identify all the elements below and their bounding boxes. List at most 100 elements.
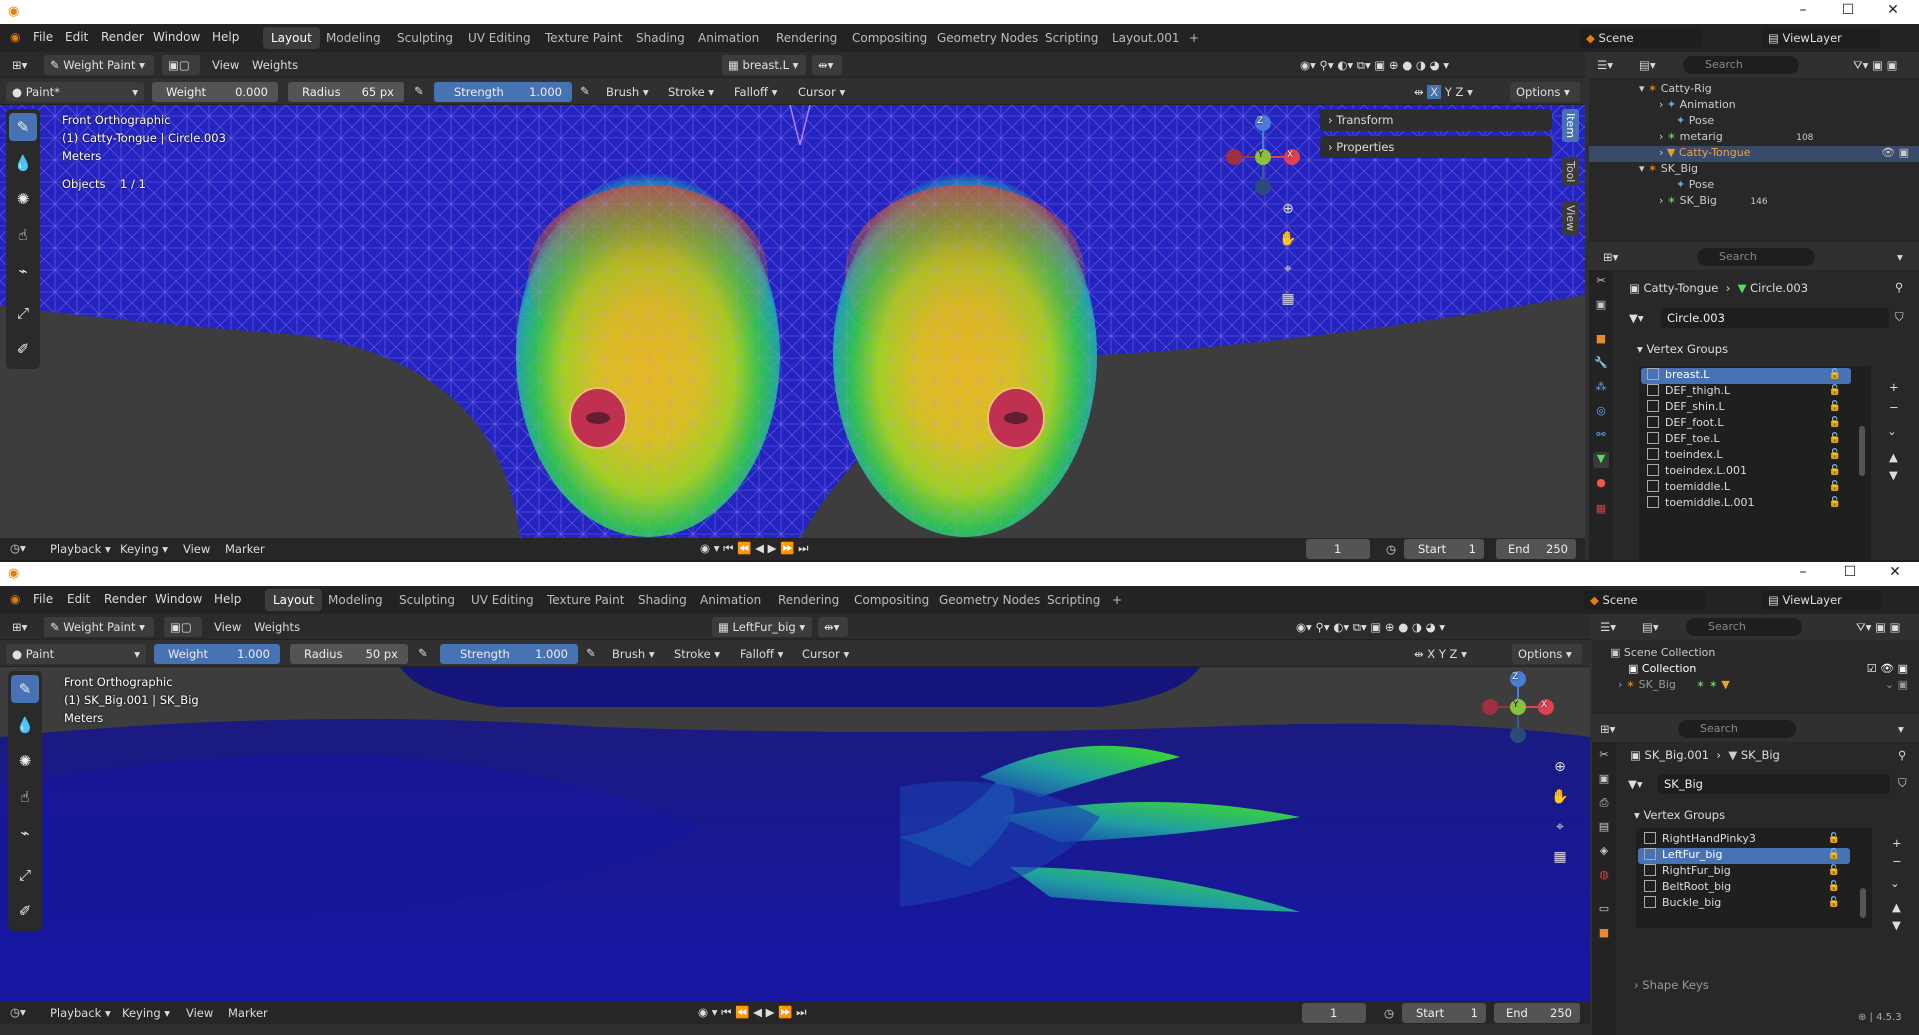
- object-tab-icon[interactable]: ■: [1596, 926, 1612, 942]
- clock-icon[interactable]: ◷: [1384, 1006, 1394, 1020]
- mask-toggle-icon[interactable]: ▣▢: [162, 55, 200, 75]
- properties-editor-icon[interactable]: ⊞▾: [1603, 250, 1618, 264]
- camera-icon[interactable]: ⌖: [1548, 815, 1572, 839]
- pin-icon[interactable]: ⚲: [1898, 748, 1906, 762]
- properties-panel[interactable]: › Properties: [1320, 136, 1552, 158]
- tab-modeling[interactable]: Modeling: [320, 589, 391, 611]
- tab-sculpting[interactable]: Sculpting: [389, 27, 461, 49]
- filter-icon[interactable]: ⛛▾ ▣ ▣: [1853, 58, 1897, 73]
- lock-icon[interactable]: 🔓: [1829, 385, 1841, 396]
- outliner-search[interactable]: Search: [1686, 618, 1802, 636]
- lock-icon[interactable]: 🔓: [1828, 881, 1840, 892]
- stroke-menu[interactable]: Stroke ▾: [668, 85, 714, 99]
- display-mode-icon[interactable]: ▤▾: [1639, 58, 1656, 72]
- add-workspace-button[interactable]: +: [1104, 589, 1130, 611]
- brush-selector[interactable]: ● Paint* ▾: [6, 82, 144, 102]
- menu-edit[interactable]: Edit: [65, 30, 88, 44]
- 3d-viewport[interactable]: Z X Y ✎ 💧 ✺ ☝ ⌁ ⤢ ✐ Front Orthographic (…: [0, 667, 1590, 1002]
- ortho-grid-icon[interactable]: ▦: [1276, 287, 1300, 311]
- clock-icon[interactable]: ◷: [1386, 542, 1396, 556]
- tab-layout[interactable]: Layout: [265, 589, 322, 611]
- start-frame-field[interactable]: Start 1: [1402, 1003, 1486, 1023]
- radius-field[interactable]: Radius 50 px: [290, 644, 408, 664]
- group-specials-icon[interactable]: ⌄: [1890, 876, 1900, 890]
- properties-search[interactable]: Search: [1697, 248, 1815, 266]
- tab-sculpting[interactable]: Sculpting: [391, 589, 463, 611]
- timeline-view-menu[interactable]: View: [186, 1006, 213, 1020]
- transform-panel[interactable]: › Transform: [1320, 109, 1552, 131]
- move-up-icon[interactable]: ▲: [1892, 900, 1901, 914]
- camera-icon[interactable]: ⌖: [1276, 257, 1300, 281]
- weight-field[interactable]: Weight 1.000: [154, 644, 280, 664]
- mirror-axes[interactable]: ⇹ X Y Z ▾: [1414, 647, 1467, 661]
- tab-uv-editing[interactable]: UV Editing: [463, 589, 542, 611]
- tab-view[interactable]: View: [1562, 201, 1579, 236]
- marker-menu[interactable]: Marker: [228, 1006, 268, 1020]
- playback-menu[interactable]: Playback ▾: [50, 1006, 111, 1020]
- mask-toggle-icon[interactable]: ▣▢: [164, 617, 202, 637]
- gizmo-x-label[interactable]: X: [1541, 700, 1547, 710]
- start-frame-field[interactable]: Start 1: [1404, 539, 1484, 559]
- menu-weights[interactable]: Weights: [254, 620, 300, 634]
- mesh-data-icon[interactable]: ▼▾: [1629, 311, 1644, 325]
- active-group-selector[interactable]: ▦ breast.L ▾: [722, 55, 806, 75]
- tab-animation[interactable]: Animation: [692, 589, 769, 611]
- mode-selector[interactable]: ✎ Weight Paint ▾: [44, 55, 154, 75]
- outliner-row-selected[interactable]: › ▼ Catty-Tongue 👁 ▣: [1589, 146, 1919, 162]
- overlay-icons[interactable]: ◉▾ ⚲▾ ◐▾ ⧉▾ ▣ ⊕ ● ◑ ◕ ▾: [1300, 58, 1449, 73]
- blender-menu-icon[interactable]: ◉: [10, 592, 20, 606]
- outliner-row[interactable]: ▾ ✶ Catty-Rig: [1639, 82, 1712, 98]
- menu-file[interactable]: File: [33, 592, 53, 606]
- playback-controls[interactable]: ◉ ▾ ⏮ ⏪ ◀ ▶ ⏩ ⏭: [698, 1005, 806, 1020]
- tab-scripting[interactable]: Scripting: [1039, 589, 1108, 611]
- outliner-editor-icon[interactable]: ☰▾: [1600, 620, 1616, 634]
- tab-shading[interactable]: Shading: [628, 27, 693, 49]
- view-layer-selector[interactable]: ▤ ViewLayer: [1762, 28, 1880, 48]
- constraints-tab-icon[interactable]: ⚯: [1593, 428, 1609, 444]
- properties-options-icon[interactable]: ▾: [1897, 250, 1903, 264]
- outliner-row[interactable]: › ✶ metarig 108: [1659, 130, 1813, 146]
- properties-options-icon[interactable]: ▾: [1898, 722, 1904, 736]
- modifier-tab-icon[interactable]: 🔧: [1593, 356, 1609, 372]
- vertex-group-item[interactable]: RightFur_big 🔓: [1638, 864, 1850, 880]
- close-icon[interactable]: ✕: [1878, 2, 1908, 18]
- zoom-icon[interactable]: ⊕: [1276, 197, 1300, 221]
- smear-brush-icon[interactable]: ☝: [9, 221, 37, 249]
- world-tab-icon[interactable]: ◍: [1596, 868, 1612, 884]
- fake-user-icon[interactable]: ⛉: [1898, 776, 1907, 791]
- shape-keys-header[interactable]: › Shape Keys: [1634, 978, 1709, 992]
- outliner-row[interactable]: ▣ Scene Collection: [1610, 646, 1715, 662]
- pressure-strength-icon[interactable]: ✎: [580, 84, 590, 98]
- vertex-group-item[interactable]: toeindex.L.001 🔓: [1641, 464, 1851, 480]
- vertex-group-item[interactable]: Buckle_big 🔓: [1638, 896, 1850, 912]
- tab-rendering[interactable]: Rendering: [770, 589, 847, 611]
- mesh-data-name[interactable]: Circle.003: [1661, 308, 1889, 328]
- vertex-group-item[interactable]: RightHandPinky3 🔓: [1638, 832, 1850, 848]
- list-scrollbar[interactable]: [1859, 426, 1865, 476]
- render-tab-icon[interactable]: ▣: [1593, 298, 1609, 314]
- lock-icon[interactable]: 🔓: [1829, 481, 1841, 492]
- data-tab-icon[interactable]: ▼: [1593, 452, 1609, 468]
- tool-tab-icon[interactable]: ✂: [1596, 748, 1612, 764]
- cursor-menu[interactable]: Cursor ▾: [798, 85, 845, 99]
- tool-tab-icon[interactable]: ✂: [1593, 274, 1609, 290]
- radius-field[interactable]: Radius 65 px: [288, 82, 404, 102]
- properties-search[interactable]: Search: [1678, 720, 1796, 738]
- group-specials-icon[interactable]: ⌄: [1887, 424, 1897, 438]
- overlay-icons[interactable]: ◉▾ ⚲▾ ◐▾ ⧉▾ ▣ ⊕ ● ◑ ◕ ▾: [1296, 620, 1445, 635]
- cursor-menu[interactable]: Cursor ▾: [802, 647, 849, 661]
- menu-window[interactable]: Window: [153, 30, 200, 44]
- mirror-z[interactable]: Z: [1450, 647, 1458, 661]
- physics-tab-icon[interactable]: ◎: [1593, 404, 1609, 420]
- lock-icon[interactable]: 🔓: [1829, 369, 1841, 380]
- tab-uv-editing[interactable]: UV Editing: [460, 27, 539, 49]
- close-icon[interactable]: ✕: [1880, 564, 1910, 580]
- falloff-menu[interactable]: Falloff ▾: [740, 647, 783, 661]
- mirror-axes[interactable]: ⇹ X Y Z ▾: [1414, 85, 1473, 99]
- fake-user-icon[interactable]: ⛉: [1895, 310, 1904, 325]
- options-menu[interactable]: Options ▾: [1510, 82, 1580, 102]
- tab-compositing[interactable]: Compositing: [844, 27, 935, 49]
- render-tab-icon[interactable]: ▣: [1596, 772, 1612, 788]
- scene-selector[interactable]: ◆ Scene: [1584, 590, 1706, 610]
- menu-view[interactable]: View: [214, 620, 241, 634]
